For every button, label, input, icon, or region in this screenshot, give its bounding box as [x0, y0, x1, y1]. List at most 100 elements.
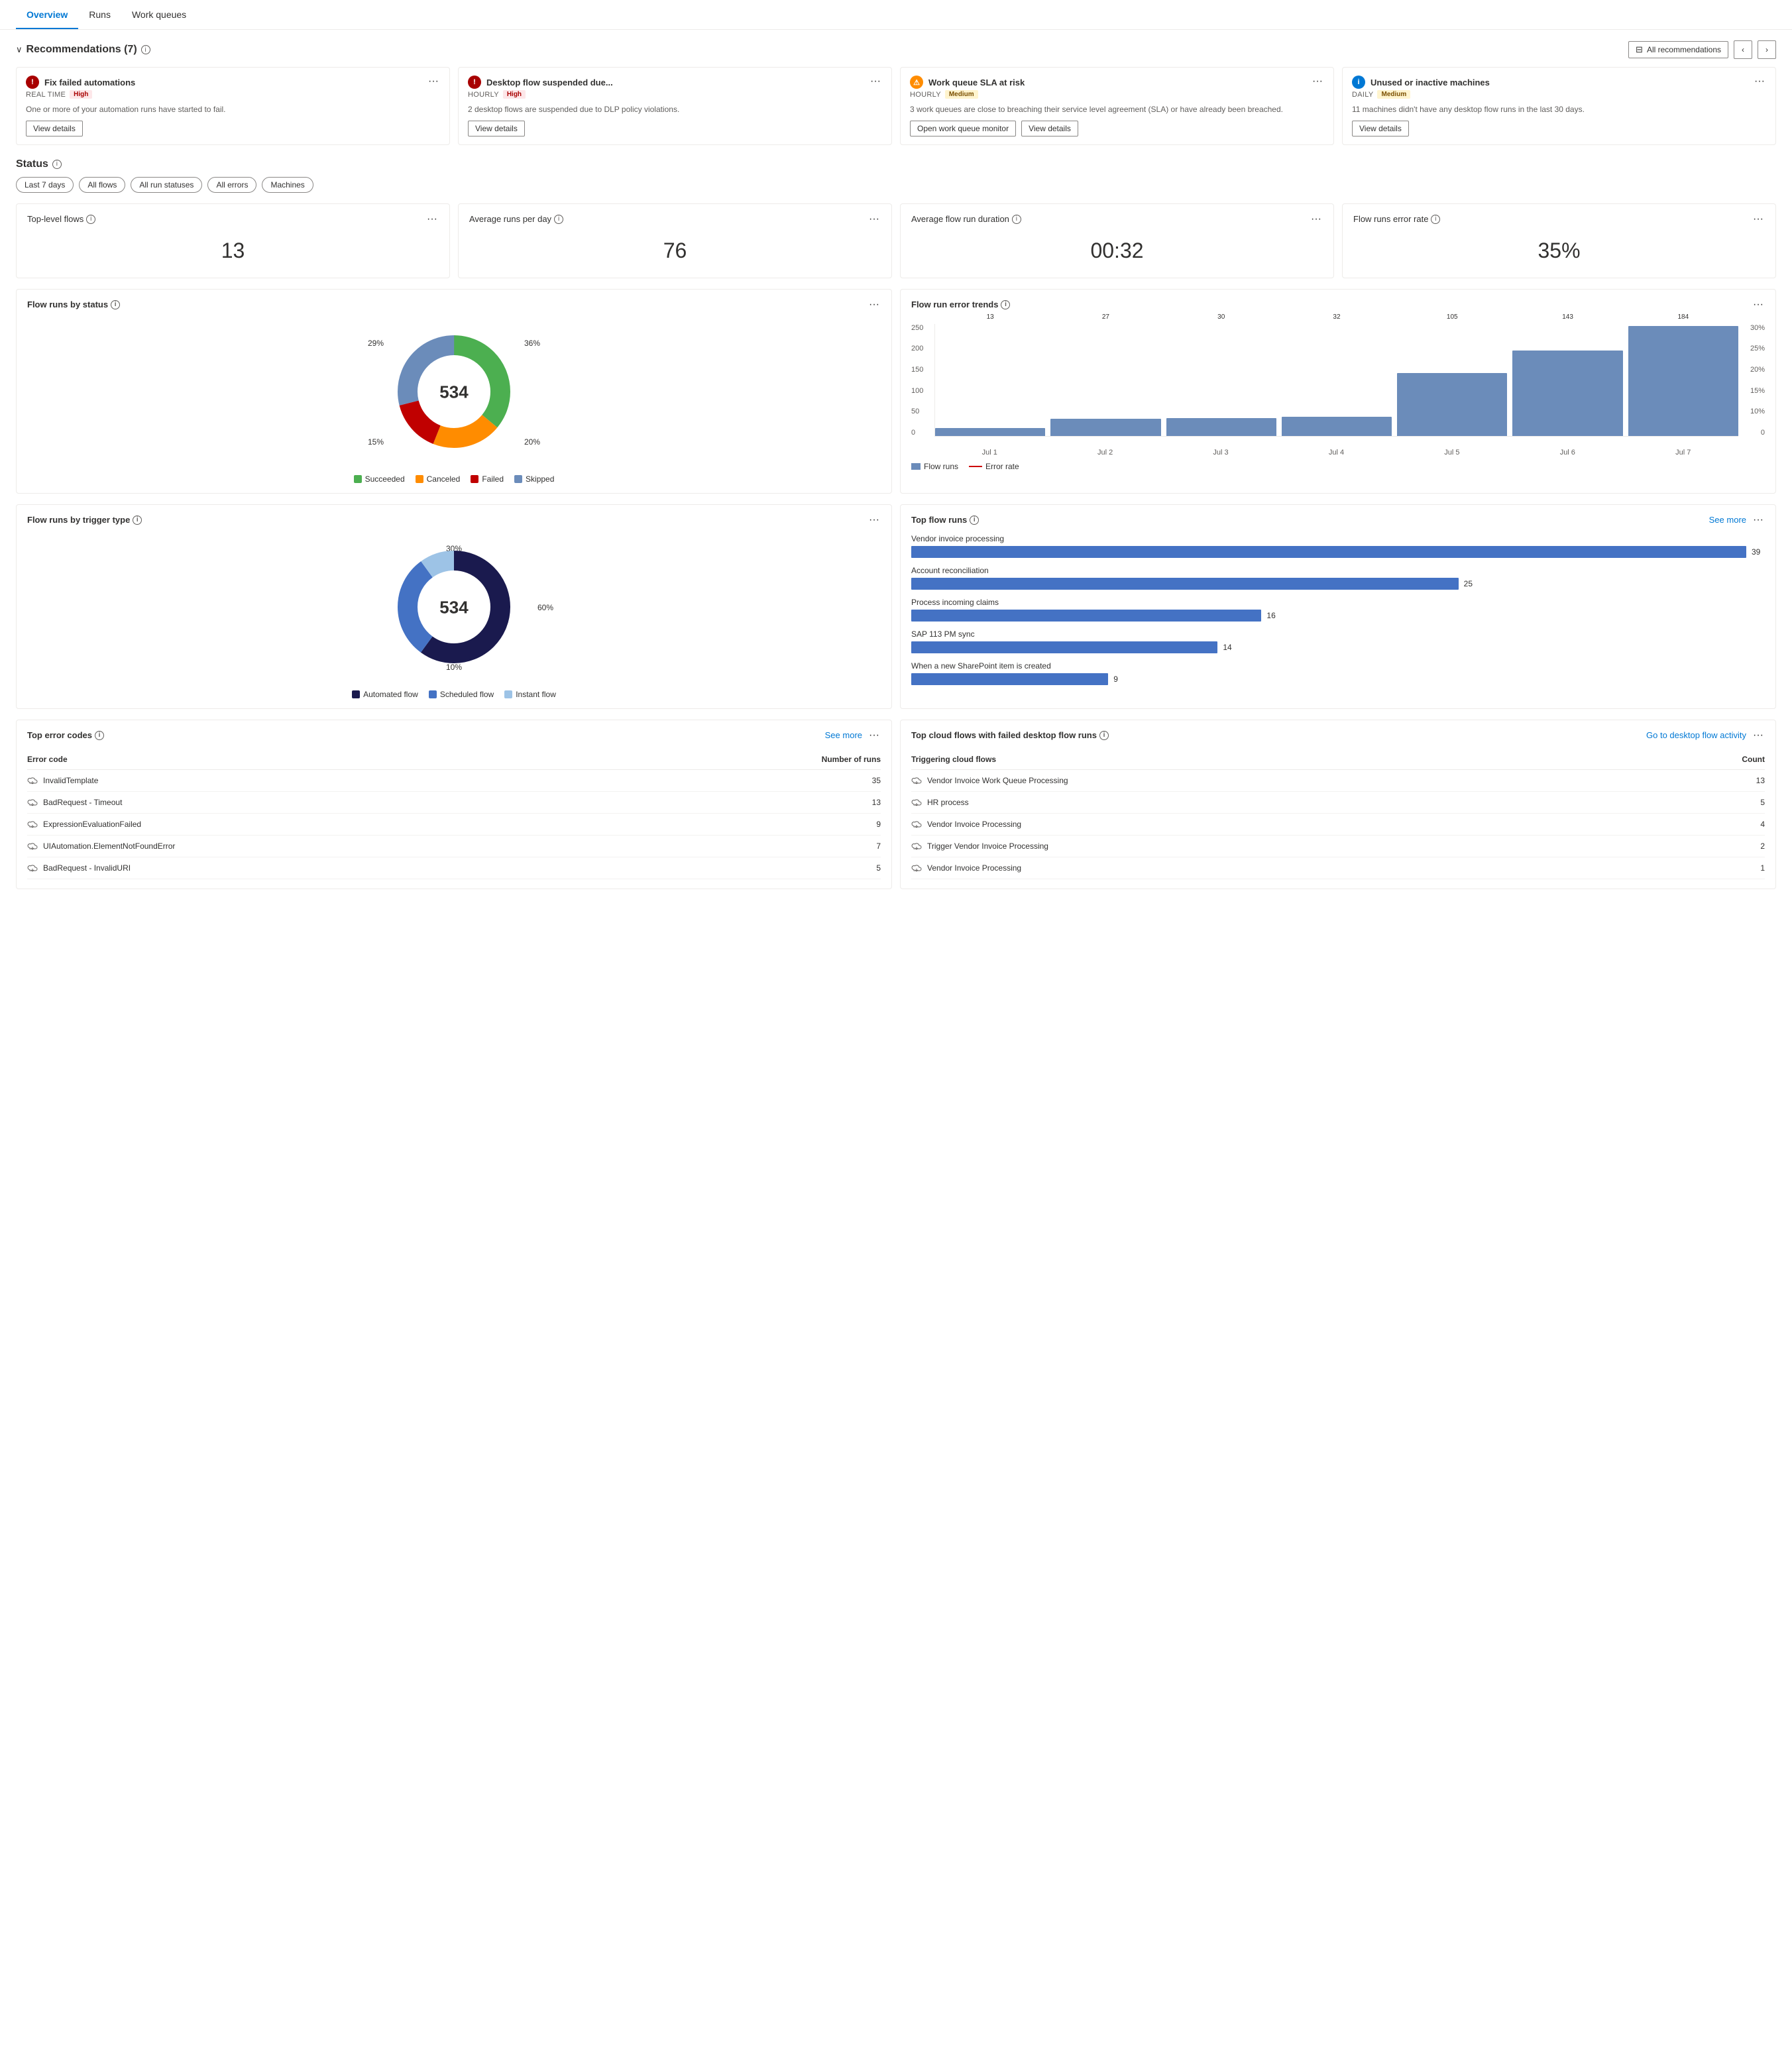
flow-run-error-trends-header: Flow run error trends i ···	[911, 299, 1765, 311]
rec-menu-button-2[interactable]: ···	[869, 76, 882, 87]
cloud-flow-count: 1	[1760, 863, 1765, 873]
flow-runs-by-trigger-info-icon[interactable]: i	[133, 515, 142, 525]
y-right-25: 25%	[1742, 345, 1765, 352]
tab-work-queues[interactable]: Work queues	[121, 0, 197, 29]
tab-runs[interactable]: Runs	[78, 0, 121, 29]
rec-prev-button[interactable]: ‹	[1734, 40, 1752, 59]
rec-next-button[interactable]: ›	[1758, 40, 1776, 59]
bar-rect	[935, 428, 1045, 436]
flow-bar-item: Vendor invoice processing 39	[911, 534, 1765, 558]
x-label: Jul 4	[1281, 449, 1391, 457]
status-pct-bottom-right: 20%	[524, 437, 540, 447]
bar-group: 143	[1512, 324, 1622, 436]
flow-bar-count: 16	[1266, 611, 1280, 620]
y-axis-left: 250 200 150 100 50 0	[911, 324, 931, 437]
top-error-codes-card: Top error codes i See more ··· Error cod…	[16, 720, 892, 889]
metric-menu-button-4[interactable]: ···	[1752, 213, 1765, 225]
top-cloud-flows-info-icon[interactable]: i	[1099, 731, 1109, 740]
error-code-row: BadRequest - InvalidURI 5	[27, 857, 881, 879]
top-flow-runs-header: Top flow runs i See more ···	[911, 514, 1765, 526]
legend-bar-flow-runs	[911, 463, 921, 470]
flow-bar-count: 39	[1752, 547, 1765, 557]
rec-open-work-queue-button[interactable]: Open work queue monitor	[910, 121, 1016, 136]
rec-menu-button-1[interactable]: ···	[427, 76, 440, 87]
flow-run-error-trends-card: Flow run error trends i ··· 250 200 150 …	[900, 289, 1776, 494]
top-error-codes-info-icon[interactable]: i	[95, 731, 104, 740]
cloud-icon	[911, 841, 922, 851]
filter-all-run-statuses[interactable]: All run statuses	[131, 177, 202, 193]
rec-view-details-button-4[interactable]: View details	[1352, 121, 1409, 136]
flow-runs-by-status-info-icon[interactable]: i	[111, 300, 120, 309]
top-error-codes-see-more[interactable]: See more	[825, 730, 862, 740]
recommendations-header: ∨ Recommendations (7) i ⊟ All recommenda…	[16, 40, 1776, 59]
metric-value-2: 76	[469, 233, 881, 268]
error-code-cell: InvalidTemplate	[27, 775, 98, 786]
rec-freq-3: HOURLY	[910, 91, 941, 99]
cloud-flow-count: 2	[1760, 841, 1765, 851]
flow-run-error-trends-title: Flow run error trends i	[911, 299, 1010, 309]
rec-actions-1: View details	[26, 121, 440, 136]
legend-dot-succeeded	[354, 475, 362, 483]
rec-menu-button-3[interactable]: ···	[1311, 76, 1324, 87]
metric-header-1: Top-level flows i ···	[27, 213, 439, 225]
metric-menu-button-2[interactable]: ···	[868, 213, 881, 225]
legend-label-succeeded: Succeeded	[365, 474, 405, 484]
status-info-icon[interactable]: i	[52, 160, 62, 169]
filter-all-errors[interactable]: All errors	[207, 177, 256, 193]
error-code-count: 9	[876, 820, 881, 829]
flow-bar-name: Account reconciliation	[911, 566, 1765, 575]
rec-title-row-4: i Unused or inactive machines	[1352, 76, 1490, 89]
rec-menu-button-4[interactable]: ···	[1753, 76, 1766, 87]
flow-runs-by-status-menu[interactable]: ···	[868, 299, 881, 311]
metric-title-2: Average runs per day i	[469, 214, 563, 224]
rec-card-work-queue-sla: ⚠ Work queue SLA at risk HOURLY Medium ·…	[900, 67, 1334, 145]
top-error-codes-header: Top error codes i See more ···	[27, 730, 881, 741]
x-label: Jul 2	[1050, 449, 1160, 457]
tab-overview[interactable]: Overview	[16, 0, 78, 29]
metric-info-icon-4[interactable]: i	[1431, 215, 1440, 224]
rec-title-2: Desktop flow suspended due...	[486, 78, 613, 87]
filter-last-7-days[interactable]: Last 7 days	[16, 177, 74, 193]
flow-runs-by-trigger-menu[interactable]: ···	[868, 514, 881, 526]
metric-value-4: 35%	[1353, 233, 1765, 268]
legend-dot-automated	[352, 690, 360, 698]
bar-value-label: 184	[1677, 313, 1689, 321]
top-cloud-flows-card: Top cloud flows with failed desktop flow…	[900, 720, 1776, 889]
all-recs-label: All recommendations	[1647, 45, 1721, 54]
metric-info-icon-3[interactable]: i	[1012, 215, 1021, 224]
cloud-icon	[911, 819, 922, 830]
metric-info-icon-1[interactable]: i	[86, 215, 95, 224]
x-label: Jul 6	[1512, 449, 1622, 457]
rec-actions-3: Open work queue monitor View details	[910, 121, 1324, 136]
error-codes-table-header: Error code Number of runs	[27, 749, 881, 770]
rec-view-details-button-2[interactable]: View details	[468, 121, 525, 136]
top-flow-runs-info-icon[interactable]: i	[970, 515, 979, 525]
flow-run-error-trends-info-icon[interactable]: i	[1001, 300, 1010, 309]
flow-runs-by-status-legend: Succeeded Canceled Failed Skipped	[27, 474, 881, 484]
top-cloud-flows-see-more[interactable]: Go to desktop flow activity	[1646, 730, 1746, 740]
top-flow-runs-see-more[interactable]: See more	[1709, 515, 1746, 525]
top-flow-runs-menu[interactable]: ···	[1752, 514, 1765, 526]
metric-info-icon-2[interactable]: i	[554, 215, 563, 224]
chevron-down-icon[interactable]: ∨	[16, 44, 23, 55]
metric-menu-button-1[interactable]: ···	[425, 213, 439, 225]
flow-bar-count: 9	[1113, 675, 1127, 684]
rec-view-details-button-3[interactable]: View details	[1021, 121, 1078, 136]
rec-view-details-button-1[interactable]: View details	[26, 121, 83, 136]
rec-meta-4: DAILY Medium	[1352, 90, 1490, 99]
error-code-name: UIAutomation.ElementNotFoundError	[43, 841, 175, 851]
bar-value-label: 105	[1447, 313, 1458, 321]
top-cloud-flows-menu[interactable]: ···	[1752, 730, 1765, 741]
recommendations-info-icon[interactable]: i	[141, 45, 150, 54]
filter-machines[interactable]: Machines	[262, 177, 313, 193]
top-error-codes-menu[interactable]: ···	[868, 730, 881, 741]
metric-flow-runs-error-rate: Flow runs error rate i ··· 35%	[1342, 203, 1776, 278]
all-recommendations-button[interactable]: ⊟ All recommendations	[1628, 41, 1728, 58]
flow-bar-track: 25	[911, 578, 1765, 590]
filter-all-flows[interactable]: All flows	[79, 177, 125, 193]
flow-runs-by-trigger-chart: 60% 30% 10% 534	[27, 534, 881, 682]
metric-menu-button-3[interactable]: ···	[1310, 213, 1323, 225]
cloud-flow-cell: Vendor Invoice Processing	[911, 819, 1021, 830]
rec-freq-2: HOURLY	[468, 91, 499, 99]
flow-run-error-trends-menu[interactable]: ···	[1752, 299, 1765, 311]
